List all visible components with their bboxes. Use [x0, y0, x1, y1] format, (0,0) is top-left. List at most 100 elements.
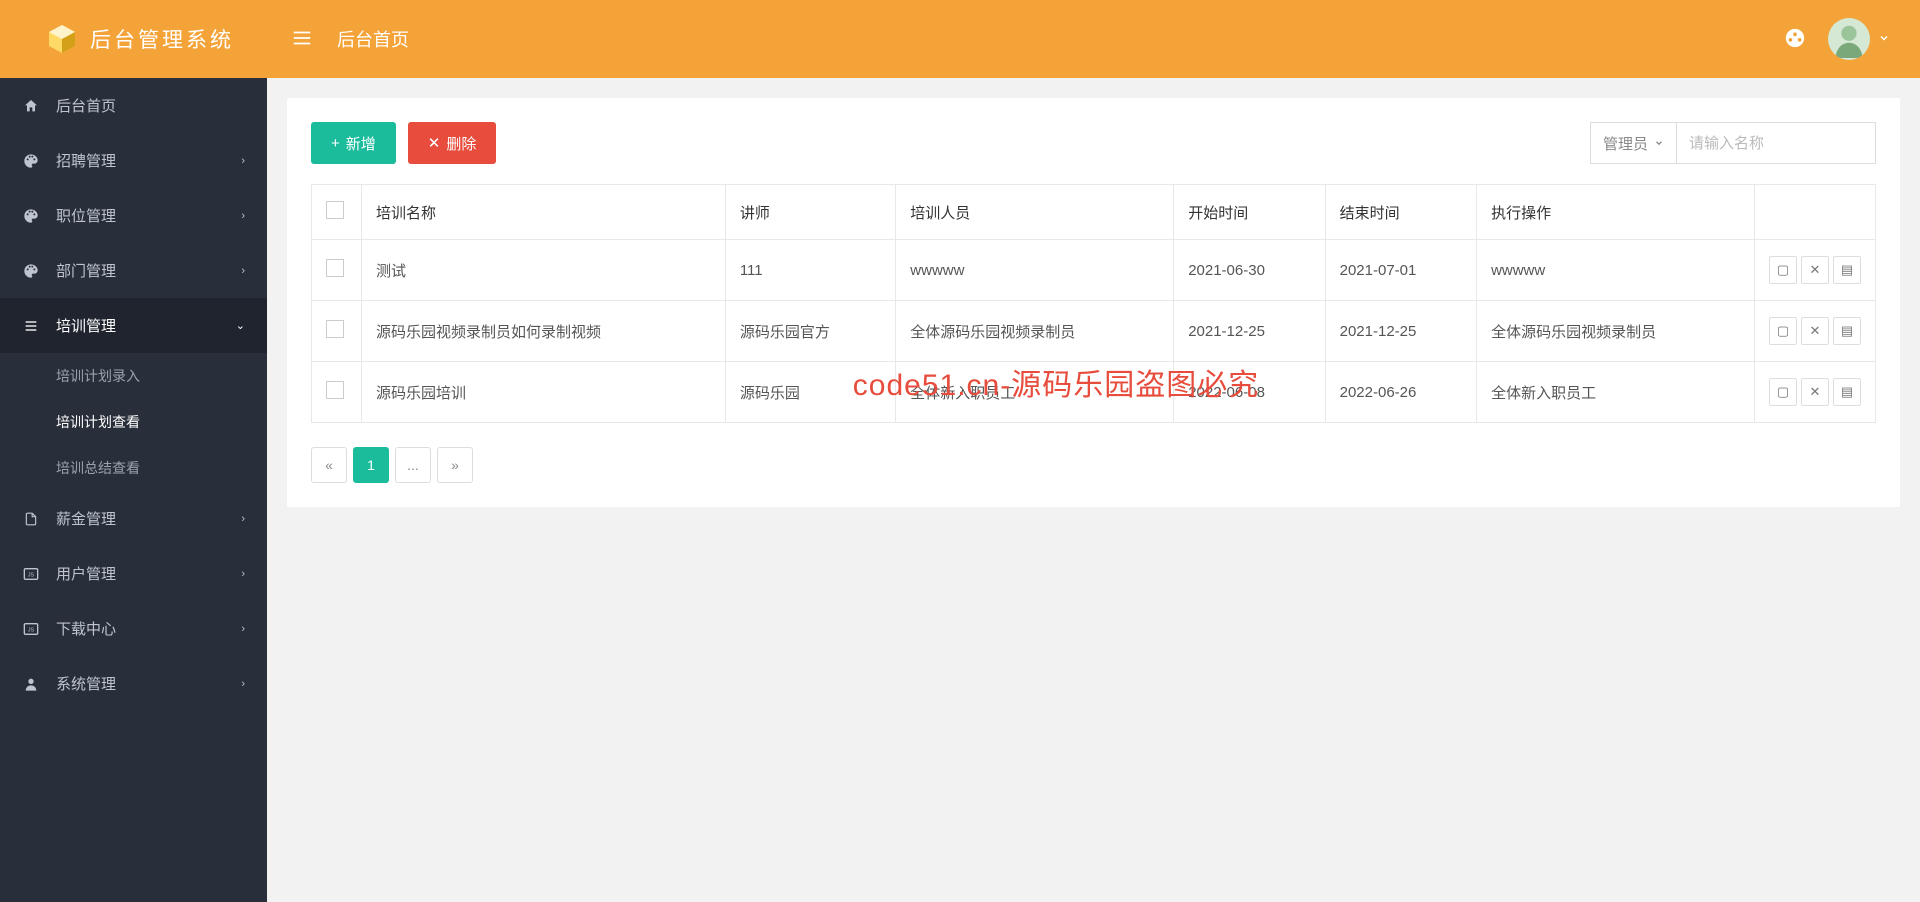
chevron-down-icon [1654, 135, 1664, 152]
cell-trainees: wwwww [896, 240, 1174, 301]
chevron-right-icon: › [241, 155, 245, 167]
row-checkbox[interactable] [326, 320, 344, 338]
main: + 新增 ✕ 删除 管理员 [267, 0, 1920, 902]
cell-start: 2021-06-30 [1174, 240, 1325, 301]
content-card: + 新增 ✕ 删除 管理员 [287, 98, 1900, 507]
plus-icon: + [331, 135, 340, 152]
logo-area[interactable]: 后台管理系统 [0, 0, 267, 78]
nav-item-3[interactable]: 部门管理› [0, 243, 267, 298]
user-icon [22, 676, 40, 692]
file-icon [22, 511, 40, 527]
cell-name: 测试 [362, 240, 726, 301]
cell-end: 2021-07-01 [1325, 240, 1476, 301]
col-header: 结束时间 [1325, 185, 1476, 240]
col-header: 培训人员 [896, 185, 1174, 240]
cell-action: wwwww [1477, 240, 1755, 301]
delete-row-button[interactable]: ✕ [1801, 317, 1829, 345]
toolbar: + 新增 ✕ 删除 管理员 [311, 122, 1876, 164]
page-prev[interactable]: « [311, 447, 347, 483]
table-row: 测试111wwwww2021-06-302021-07-01wwwww▢✕▤ [312, 240, 1876, 301]
list-icon [22, 318, 40, 334]
delete-button[interactable]: ✕ 删除 [408, 122, 497, 164]
svg-text:JS: JS [28, 572, 35, 578]
cell-lecturer: 源码乐园 [725, 362, 895, 423]
chevron-right-icon: › [241, 210, 245, 222]
table-row: 源码乐园视频录制员如何录制视频源码乐园官方全体源码乐园视频录制员2021-12-… [312, 301, 1876, 362]
cell-start: 2022-06-08 [1174, 362, 1325, 423]
palette-icon [22, 263, 40, 279]
row-checkbox[interactable] [326, 381, 344, 399]
cell-name: 源码乐园视频录制员如何录制视频 [362, 301, 726, 362]
page-next[interactable]: » [437, 447, 473, 483]
user-menu[interactable] [1828, 18, 1890, 60]
nav-item-0[interactable]: 后台首页 [0, 78, 267, 133]
theme-icon[interactable] [1784, 27, 1806, 52]
edit-button[interactable]: ▢ [1769, 378, 1797, 406]
detail-button[interactable]: ▤ [1833, 378, 1861, 406]
nav-item-1[interactable]: 招聘管理 › [0, 133, 267, 188]
nav-label: 薪金管理 [56, 508, 225, 529]
row-checkbox[interactable] [326, 259, 344, 277]
page-ellipsis[interactable]: ... [395, 447, 431, 483]
palette-icon [22, 208, 40, 224]
select-all-checkbox[interactable] [326, 201, 344, 219]
nav-item-2[interactable]: 职位管理 › [0, 188, 267, 243]
chevron-right-icon: › [241, 265, 245, 277]
chevron-down-icon [1878, 31, 1890, 47]
nav-label: 后台首页 [56, 95, 245, 116]
header-left-group: 后台首页 [291, 26, 409, 52]
sub-item-4-2[interactable]: 培训总结查看 [0, 445, 267, 491]
cell-end: 2021-12-25 [1325, 301, 1476, 362]
data-table: 培训名称讲师培训人员开始时间结束时间执行操作 测试111wwwww2021-06… [311, 184, 1876, 423]
nav-label: 下载中心 [56, 618, 225, 639]
filter-select[interactable]: 管理员 [1590, 122, 1676, 164]
nav-label: 用户管理 [56, 563, 225, 584]
menu-toggle-icon[interactable] [291, 27, 313, 52]
edit-button[interactable]: ▢ [1769, 256, 1797, 284]
nav-label: 招聘管理 [56, 150, 225, 171]
edit-button[interactable]: ▢ [1769, 317, 1797, 345]
search-input[interactable] [1676, 122, 1876, 164]
delete-row-button[interactable]: ✕ [1801, 378, 1829, 406]
svg-text:JS: JS [28, 627, 35, 633]
col-header: 开始时间 [1174, 185, 1325, 240]
nav-label: 职位管理 [56, 205, 225, 226]
nav-item-6[interactable]: JS 用户管理 › [0, 546, 267, 601]
js-icon: JS [22, 567, 40, 581]
filter-group: 管理员 [1590, 122, 1876, 164]
detail-button[interactable]: ▤ [1833, 317, 1861, 345]
logo-text: 后台管理系统 [90, 24, 234, 54]
cell-end: 2022-06-26 [1325, 362, 1476, 423]
nav-item-7[interactable]: JS下载中心› [0, 601, 267, 656]
header-right: 后台首页 [267, 18, 1920, 60]
detail-button[interactable]: ▤ [1833, 256, 1861, 284]
sidebar: 后台首页招聘管理›职位管理›部门管理›培训管理⌄培训计划录入培训计划查看培训总结… [0, 0, 267, 902]
cell-name: 源码乐园培训 [362, 362, 726, 423]
page-1[interactable]: 1 [353, 447, 389, 483]
cell-lecturer: 源码乐园官方 [725, 301, 895, 362]
chevron-right-icon: › [241, 568, 245, 580]
nav-item-8[interactable]: 系统管理 › [0, 656, 267, 711]
header-icons [1784, 18, 1890, 60]
table-row: 源码乐园培训源码乐园全体新入职员工2022-06-082022-06-26全体新… [312, 362, 1876, 423]
nav-item-5[interactable]: 薪金管理› [0, 491, 267, 546]
avatar [1828, 18, 1870, 60]
cell-trainees: 全体新入职员工 [896, 362, 1174, 423]
add-button[interactable]: + 新增 [311, 122, 396, 164]
chevron-right-icon: › [241, 678, 245, 690]
chevron-down-icon: ⌄ [236, 319, 245, 332]
cell-action: 全体源码乐园视频录制员 [1477, 301, 1755, 362]
cell-lecturer: 111 [725, 240, 895, 301]
col-header: 执行操作 [1477, 185, 1755, 240]
nav-item-4[interactable]: 培训管理⌄ [0, 298, 267, 353]
sub-item-4-0[interactable]: 培训计划录入 [0, 353, 267, 399]
sub-item-4-1[interactable]: 培训计划查看 [0, 399, 267, 445]
js-icon: JS [22, 622, 40, 636]
nav-label: 系统管理 [56, 673, 225, 694]
close-icon: ✕ [428, 134, 441, 152]
pagination: « 1 ... » [311, 447, 1876, 483]
cell-start: 2021-12-25 [1174, 301, 1325, 362]
delete-row-button[interactable]: ✕ [1801, 256, 1829, 284]
cell-trainees: 全体源码乐园视频录制员 [896, 301, 1174, 362]
breadcrumb[interactable]: 后台首页 [337, 26, 409, 52]
